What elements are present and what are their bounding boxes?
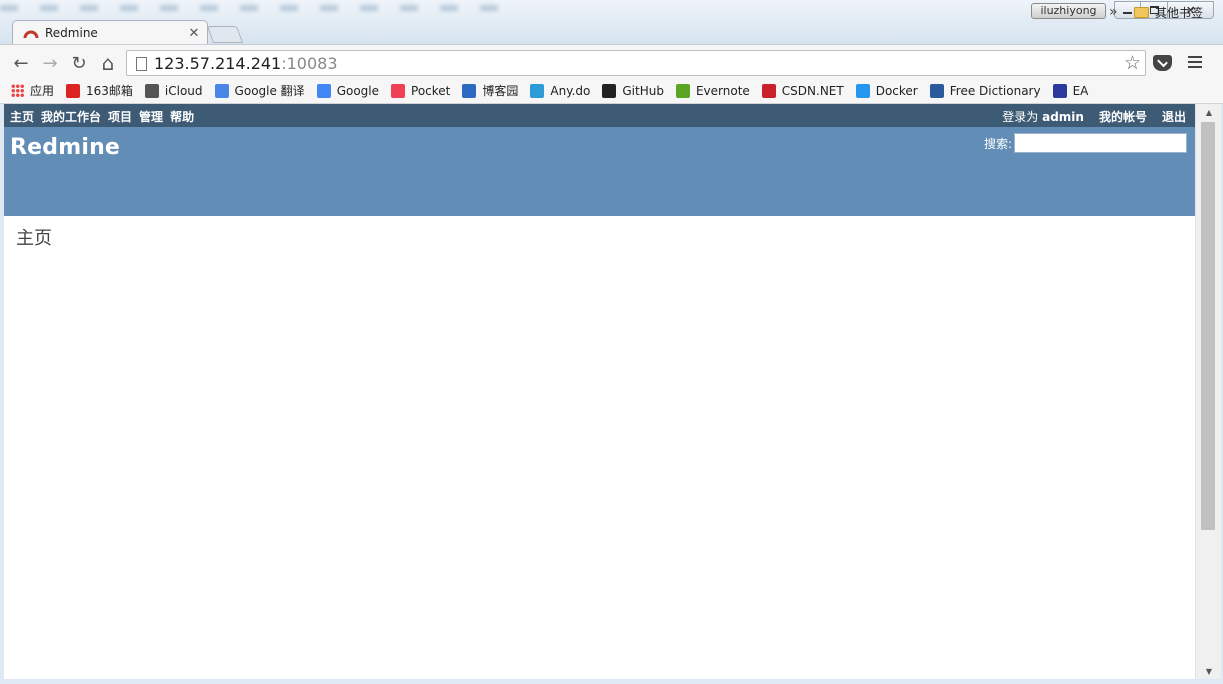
bookmark-label: Free Dictionary	[949, 83, 1041, 98]
evernote-icon	[675, 83, 690, 98]
csdn-icon	[761, 83, 776, 98]
other-bookmarks-label: 其他书签	[1155, 6, 1204, 20]
bookmark-item[interactable]: Google	[316, 83, 380, 98]
bookmark-star-icon[interactable]: ☆	[1124, 52, 1141, 74]
vertical-scrollbar[interactable]: ▲ ▼	[1195, 104, 1221, 679]
bookmark-label: Any.do	[550, 83, 591, 98]
top-menu-projects[interactable]: 项目	[108, 108, 132, 125]
github-icon	[602, 83, 617, 98]
new-tab-button[interactable]	[206, 26, 244, 43]
mail-163-icon	[66, 83, 81, 98]
bookmark-item[interactable]: EA	[1052, 83, 1089, 98]
address-bar[interactable]: 123.57.214.241:10083 ☆	[126, 50, 1146, 76]
top-menu-administration[interactable]: 管理	[139, 108, 163, 125]
apple-icon	[144, 83, 159, 98]
page-viewport: 主页 我的工作台 项目 管理 帮助 登录为 admin 我的帐号 退出 Redm…	[4, 104, 1221, 679]
tab-close-icon[interactable]: ✕	[185, 26, 203, 41]
top-menu-home[interactable]: 主页	[10, 108, 34, 125]
bookmark-label: Evernote	[695, 83, 750, 98]
bookmarks-bar: 应用 163邮箱 iCloud Google 翻译 Google Pocket 博客园 Any…	[0, 78, 1223, 104]
ea-icon	[1052, 83, 1067, 98]
apps-grid-icon	[11, 84, 24, 97]
bookmark-item[interactable]: Free Dictionary	[929, 83, 1041, 98]
docker-icon	[855, 83, 870, 98]
search-label: 搜索:	[983, 136, 1012, 151]
bookmark-item[interactable]: 应用	[11, 82, 54, 99]
url-port: :10083	[281, 54, 338, 73]
page-title: 主页	[16, 228, 52, 249]
home-button[interactable]: ⌂	[98, 51, 118, 75]
scroll-down-arrow-icon[interactable]: ▼	[1196, 663, 1221, 679]
google-icon	[316, 83, 331, 98]
bookmark-item[interactable]: 163邮箱	[66, 82, 133, 99]
bookmark-label: iCloud	[164, 83, 203, 98]
bookmark-label: GitHub	[622, 83, 664, 98]
bookmark-item[interactable]: iCloud	[144, 83, 203, 98]
top-menu-my-page[interactable]: 我的工作台	[41, 108, 101, 125]
site-title: Redmine	[10, 135, 121, 160]
profile-name-badge[interactable]: iluzhiyong	[1031, 3, 1106, 19]
reload-button[interactable]: ↻	[69, 52, 89, 74]
back-arrow-icon: ←	[13, 52, 29, 74]
cnblogs-icon	[462, 83, 477, 98]
bookmark-label: Google	[336, 83, 380, 98]
scroll-up-arrow-icon[interactable]: ▲	[1196, 104, 1221, 120]
browser-menu-icon[interactable]	[1188, 56, 1202, 68]
home-icon: ⌂	[101, 51, 115, 75]
forward-button[interactable]: →	[40, 52, 60, 74]
forward-arrow-icon: →	[42, 52, 58, 74]
account-links: 登录为 admin 我的帐号 退出	[1002, 108, 1186, 125]
bookmark-label: EA	[1072, 83, 1089, 98]
tab-title: Redmine	[45, 26, 98, 40]
top-menu-help[interactable]: 帮助	[170, 108, 194, 125]
redmine-header: Redmine 搜索:	[4, 127, 1195, 216]
my-account-link[interactable]: 我的帐号	[1099, 108, 1147, 125]
logged-user-link[interactable]: admin	[1042, 110, 1084, 124]
bookmark-item[interactable]: Google 翻译	[214, 82, 305, 99]
browser-tab-redmine[interactable]: Redmine ✕	[12, 20, 208, 45]
redmine-favicon-icon	[23, 30, 39, 39]
blurred-background-taskbar	[0, 5, 498, 11]
other-bookmarks-folder[interactable]: 其他书签	[1134, 4, 1203, 21]
dictionary-icon	[929, 83, 944, 98]
browser-toolbar: ← → ↻ ⌂ 123.57.214.241:10083 ☆	[0, 44, 1223, 78]
pocket-icon	[391, 83, 406, 98]
bookmark-label: 博客园	[482, 84, 519, 98]
bookmark-label: Google 翻译	[234, 84, 305, 98]
folder-icon	[1134, 7, 1149, 18]
scrollbar-thumb[interactable]	[1201, 122, 1215, 530]
search-input[interactable]	[1014, 133, 1187, 153]
bookmark-label: CSDN.NET	[781, 83, 844, 98]
pocket-extension-icon[interactable]	[1153, 55, 1172, 71]
logged-as-label: 登录为	[1002, 110, 1043, 124]
bookmark-item[interactable]: Evernote	[675, 83, 750, 98]
top-menu-links: 主页 我的工作台 项目 管理 帮助	[10, 108, 194, 125]
anydo-icon	[530, 83, 545, 98]
bookmark-item[interactable]: CSDN.NET	[761, 83, 844, 98]
bookmark-item[interactable]: Any.do	[530, 83, 591, 98]
bookmark-label: 163邮箱	[86, 84, 133, 98]
bookmarks-overflow-chevron-icon[interactable]: »	[1109, 4, 1118, 20]
back-button[interactable]: ←	[11, 52, 31, 74]
minimize-icon	[1123, 12, 1132, 14]
bookmark-item[interactable]: Docker	[855, 83, 918, 98]
bookmark-item[interactable]: Pocket	[391, 83, 451, 98]
reload-icon: ↻	[71, 52, 87, 74]
logged-as: 登录为 admin	[1002, 108, 1084, 125]
logout-link[interactable]: 退出	[1162, 108, 1186, 125]
redmine-top-menu: 主页 我的工作台 项目 管理 帮助 登录为 admin 我的帐号 退出	[4, 104, 1195, 127]
translate-icon	[214, 83, 229, 98]
main-content: 主页	[16, 224, 52, 250]
bookmark-item[interactable]: 博客园	[462, 82, 518, 99]
page-icon	[136, 57, 147, 71]
bookmark-label: Docker	[875, 83, 918, 98]
bookmark-label: 应用	[30, 84, 55, 98]
address-url[interactable]: 123.57.214.241:10083	[154, 54, 338, 74]
window-bottom-edge	[0, 679, 1223, 684]
quick-search: 搜索:	[984, 133, 1187, 153]
browser-title-bar: iluzhiyong ✕ Redmine ✕	[0, 0, 1223, 45]
url-host: 123.57.214.241	[154, 54, 282, 73]
bookmark-item[interactable]: GitHub	[602, 83, 664, 98]
bookmark-label: Pocket	[411, 83, 451, 98]
